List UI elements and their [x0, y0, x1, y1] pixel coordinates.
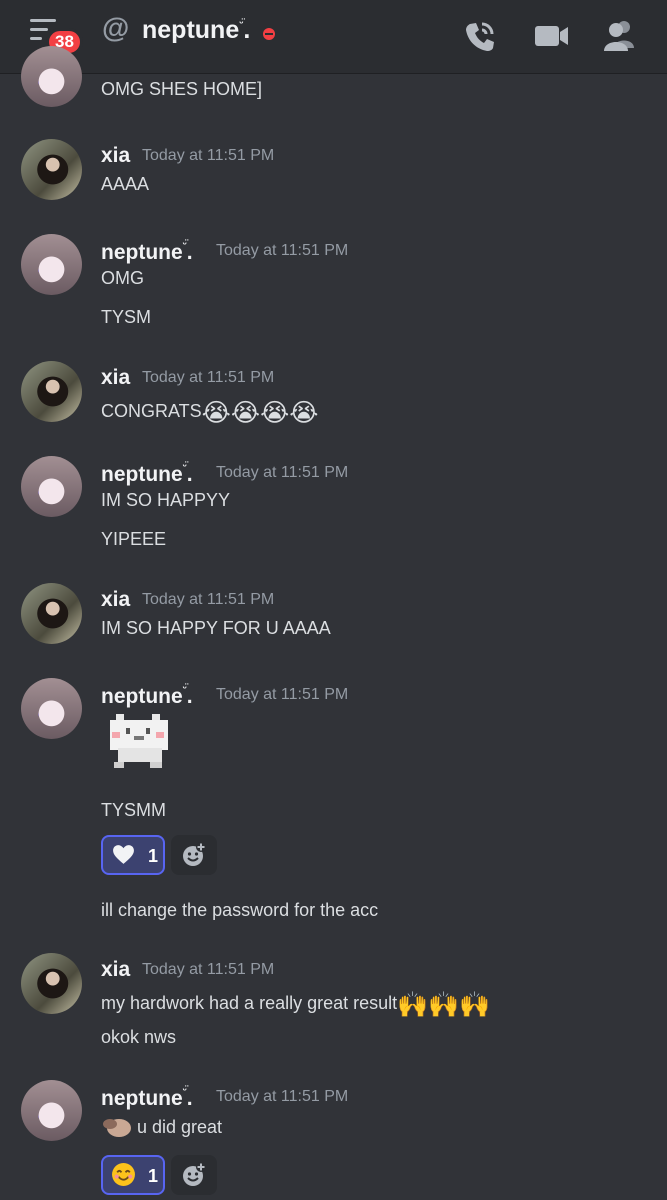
message-text: OMG SHES HOME] [101, 79, 263, 99]
author-name[interactable]: neptuneᵕ̈. [101, 461, 193, 487]
dnd-status-icon [263, 28, 275, 40]
timestamp: Today at 11:51 PM [142, 147, 275, 164]
message-text: u did great [137, 1117, 223, 1137]
hamburger-icon [30, 19, 56, 22]
add-reaction-button[interactable] [171, 1155, 217, 1195]
message-text: IM SO HAPPY FOR U AAAA [101, 618, 331, 638]
custom-emoji-icon [103, 1119, 131, 1137]
members-icon[interactable] [598, 14, 642, 58]
reaction-count: 1 [148, 1166, 159, 1186]
avatar[interactable] [21, 1080, 82, 1141]
smile-icon [112, 1163, 135, 1186]
timestamp: Today at 11:51 PM [142, 961, 275, 978]
avatar[interactable] [21, 953, 82, 1014]
reaction-blush[interactable]: 1 [101, 1155, 165, 1195]
message-text: IM SO HAPPYY [101, 490, 231, 510]
message-text: CONGRATS😭😭😭😭 [101, 398, 319, 427]
add-reaction-icon [183, 842, 206, 866]
reaction-heart[interactable]: 1 [101, 835, 165, 875]
channel-header: 38 @ neptuneᵕ̈. [0, 0, 667, 74]
timestamp: Today at 11:51 PM [216, 686, 349, 703]
video-icon[interactable] [529, 14, 573, 58]
avatar[interactable] [21, 46, 82, 107]
message-text: YIPEEE [101, 529, 167, 549]
author-name[interactable]: xia [101, 144, 130, 168]
message-text: ill change the password for the acc [101, 900, 379, 920]
message-text: TYSM [101, 307, 152, 327]
avatar[interactable] [21, 361, 82, 422]
message-text: TYSMM [101, 800, 166, 820]
at-icon: @ [102, 12, 130, 43]
loudly-crying-emoji: 😭😭😭😭 [201, 398, 319, 427]
avatar[interactable] [21, 678, 82, 739]
add-reaction-icon [183, 1162, 206, 1186]
avatar[interactable] [21, 583, 82, 644]
message-text: okok nws [101, 1027, 177, 1047]
author-name[interactable]: xia [101, 588, 130, 612]
pixel-cat-sticker[interactable] [104, 708, 176, 770]
avatar[interactable] [21, 456, 82, 517]
avatar[interactable] [21, 234, 82, 295]
author-name[interactable]: neptuneᵕ̈. [101, 683, 193, 709]
phone-call-icon[interactable] [458, 14, 502, 58]
heart-icon [113, 845, 134, 864]
message-text: OMG [101, 268, 144, 288]
raising-hands-emoji: 🙌🙌🙌 [397, 990, 491, 1019]
timestamp: Today at 11:51 PM [216, 242, 349, 259]
avatar[interactable] [21, 139, 82, 200]
author-name[interactable]: xia [101, 366, 130, 390]
timestamp: Today at 11:51 PM [142, 369, 275, 386]
message-text: AAAA [101, 174, 150, 194]
author-name[interactable]: neptuneᵕ̈. [101, 1085, 193, 1111]
reaction-count: 1 [148, 846, 159, 866]
message-text: my hardwork had a really great result🙌🙌🙌 [101, 990, 491, 1019]
author-name[interactable]: xia [101, 958, 130, 982]
timestamp: Today at 11:51 PM [142, 591, 275, 608]
add-reaction-button[interactable] [171, 835, 217, 875]
timestamp: Today at 11:51 PM [216, 464, 349, 481]
timestamp: Today at 11:51 PM [216, 1088, 349, 1105]
author-name[interactable]: neptuneᵕ̈. [101, 239, 193, 265]
channel-title: neptuneᵕ̈. [142, 16, 251, 44]
